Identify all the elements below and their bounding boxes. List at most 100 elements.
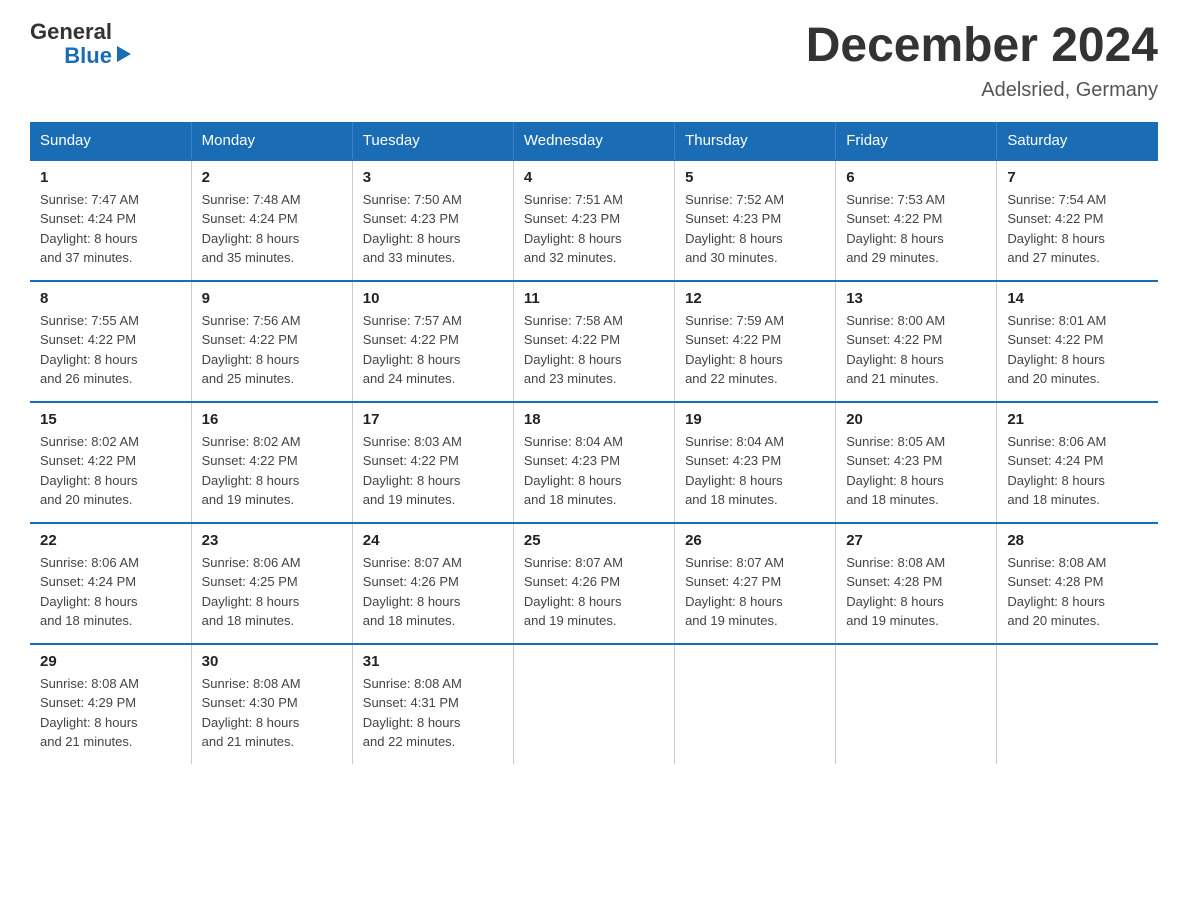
- col-sunday: Sunday: [30, 122, 191, 160]
- day-number: 14: [1007, 290, 1148, 307]
- calendar-cell: 23 Sunrise: 8:06 AM Sunset: 4:25 PM Dayl…: [191, 523, 352, 644]
- day-number: 1: [40, 169, 181, 186]
- calendar-cell: 26 Sunrise: 8:07 AM Sunset: 4:27 PM Dayl…: [675, 523, 836, 644]
- day-info: Sunrise: 8:05 AM Sunset: 4:23 PM Dayligh…: [846, 432, 986, 510]
- day-number: 21: [1007, 411, 1148, 428]
- day-info: Sunrise: 8:06 AM Sunset: 4:24 PM Dayligh…: [40, 553, 181, 631]
- day-number: 3: [363, 169, 503, 186]
- day-info: Sunrise: 8:00 AM Sunset: 4:22 PM Dayligh…: [846, 311, 986, 389]
- calendar-cell: 17 Sunrise: 8:03 AM Sunset: 4:22 PM Dayl…: [352, 402, 513, 523]
- day-info: Sunrise: 7:57 AM Sunset: 4:22 PM Dayligh…: [363, 311, 503, 389]
- day-number: 8: [40, 290, 181, 307]
- day-number: 6: [846, 169, 986, 186]
- day-info: Sunrise: 7:48 AM Sunset: 4:24 PM Dayligh…: [202, 190, 342, 268]
- calendar-table: Sunday Monday Tuesday Wednesday Thursday…: [30, 122, 1158, 764]
- week-row-4: 22 Sunrise: 8:06 AM Sunset: 4:24 PM Dayl…: [30, 523, 1158, 644]
- logo-blue-text: Blue: [64, 44, 112, 68]
- day-number: 29: [40, 653, 181, 670]
- header-row: Sunday Monday Tuesday Wednesday Thursday…: [30, 122, 1158, 160]
- day-number: 20: [846, 411, 986, 428]
- day-number: 18: [524, 411, 664, 428]
- day-number: 7: [1007, 169, 1148, 186]
- day-info: Sunrise: 7:53 AM Sunset: 4:22 PM Dayligh…: [846, 190, 986, 268]
- day-info: Sunrise: 8:07 AM Sunset: 4:26 PM Dayligh…: [363, 553, 503, 631]
- day-number: 19: [685, 411, 825, 428]
- day-number: 4: [524, 169, 664, 186]
- day-number: 9: [202, 290, 342, 307]
- day-number: 22: [40, 532, 181, 549]
- day-number: 15: [40, 411, 181, 428]
- day-info: Sunrise: 7:47 AM Sunset: 4:24 PM Dayligh…: [40, 190, 181, 268]
- calendar-cell: 11 Sunrise: 7:58 AM Sunset: 4:22 PM Dayl…: [513, 281, 674, 402]
- calendar-cell: 15 Sunrise: 8:02 AM Sunset: 4:22 PM Dayl…: [30, 402, 191, 523]
- title-block: December 2024 Adelsried, Germany: [806, 20, 1158, 102]
- day-info: Sunrise: 8:08 AM Sunset: 4:29 PM Dayligh…: [40, 674, 181, 752]
- page-header: General Blue December 2024 Adelsried, Ge…: [30, 20, 1158, 102]
- logo-triangle-icon: [117, 46, 131, 62]
- day-info: Sunrise: 7:55 AM Sunset: 4:22 PM Dayligh…: [40, 311, 181, 389]
- week-row-2: 8 Sunrise: 7:55 AM Sunset: 4:22 PM Dayli…: [30, 281, 1158, 402]
- day-info: Sunrise: 8:08 AM Sunset: 4:28 PM Dayligh…: [846, 553, 986, 631]
- day-number: 28: [1007, 532, 1148, 549]
- day-number: 17: [363, 411, 503, 428]
- calendar-cell: [836, 644, 997, 764]
- calendar-body: 1 Sunrise: 7:47 AM Sunset: 4:24 PM Dayli…: [30, 160, 1158, 764]
- calendar-cell: 3 Sunrise: 7:50 AM Sunset: 4:23 PM Dayli…: [352, 160, 513, 281]
- calendar-cell: [513, 644, 674, 764]
- calendar-cell: 8 Sunrise: 7:55 AM Sunset: 4:22 PM Dayli…: [30, 281, 191, 402]
- week-row-1: 1 Sunrise: 7:47 AM Sunset: 4:24 PM Dayli…: [30, 160, 1158, 281]
- logo: General Blue: [30, 20, 131, 68]
- calendar-header: Sunday Monday Tuesday Wednesday Thursday…: [30, 122, 1158, 160]
- calendar-cell: 20 Sunrise: 8:05 AM Sunset: 4:23 PM Dayl…: [836, 402, 997, 523]
- calendar-cell: [675, 644, 836, 764]
- day-number: 2: [202, 169, 342, 186]
- calendar-cell: 13 Sunrise: 8:00 AM Sunset: 4:22 PM Dayl…: [836, 281, 997, 402]
- day-info: Sunrise: 7:54 AM Sunset: 4:22 PM Dayligh…: [1007, 190, 1148, 268]
- day-info: Sunrise: 7:50 AM Sunset: 4:23 PM Dayligh…: [363, 190, 503, 268]
- col-friday: Friday: [836, 122, 997, 160]
- day-number: 27: [846, 532, 986, 549]
- day-number: 10: [363, 290, 503, 307]
- day-number: 30: [202, 653, 342, 670]
- day-number: 13: [846, 290, 986, 307]
- day-info: Sunrise: 8:06 AM Sunset: 4:24 PM Dayligh…: [1007, 432, 1148, 510]
- calendar-cell: 27 Sunrise: 8:08 AM Sunset: 4:28 PM Dayl…: [836, 523, 997, 644]
- calendar-cell: 9 Sunrise: 7:56 AM Sunset: 4:22 PM Dayli…: [191, 281, 352, 402]
- day-info: Sunrise: 7:52 AM Sunset: 4:23 PM Dayligh…: [685, 190, 825, 268]
- calendar-cell: 31 Sunrise: 8:08 AM Sunset: 4:31 PM Dayl…: [352, 644, 513, 764]
- location: Adelsried, Germany: [806, 79, 1158, 102]
- day-info: Sunrise: 7:51 AM Sunset: 4:23 PM Dayligh…: [524, 190, 664, 268]
- logo-text: General: [30, 20, 112, 44]
- day-number: 25: [524, 532, 664, 549]
- day-number: 24: [363, 532, 503, 549]
- col-thursday: Thursday: [675, 122, 836, 160]
- week-row-3: 15 Sunrise: 8:02 AM Sunset: 4:22 PM Dayl…: [30, 402, 1158, 523]
- day-info: Sunrise: 8:02 AM Sunset: 4:22 PM Dayligh…: [202, 432, 342, 510]
- day-number: 12: [685, 290, 825, 307]
- calendar-cell: 19 Sunrise: 8:04 AM Sunset: 4:23 PM Dayl…: [675, 402, 836, 523]
- calendar-cell: 6 Sunrise: 7:53 AM Sunset: 4:22 PM Dayli…: [836, 160, 997, 281]
- day-info: Sunrise: 7:59 AM Sunset: 4:22 PM Dayligh…: [685, 311, 825, 389]
- day-info: Sunrise: 8:04 AM Sunset: 4:23 PM Dayligh…: [685, 432, 825, 510]
- day-number: 31: [363, 653, 503, 670]
- calendar-cell: 25 Sunrise: 8:07 AM Sunset: 4:26 PM Dayl…: [513, 523, 674, 644]
- day-number: 26: [685, 532, 825, 549]
- month-title: December 2024: [806, 20, 1158, 73]
- calendar-cell: 29 Sunrise: 8:08 AM Sunset: 4:29 PM Dayl…: [30, 644, 191, 764]
- day-number: 16: [202, 411, 342, 428]
- calendar-cell: 7 Sunrise: 7:54 AM Sunset: 4:22 PM Dayli…: [997, 160, 1158, 281]
- calendar-cell: 2 Sunrise: 7:48 AM Sunset: 4:24 PM Dayli…: [191, 160, 352, 281]
- day-info: Sunrise: 8:08 AM Sunset: 4:31 PM Dayligh…: [363, 674, 503, 752]
- calendar-cell: 1 Sunrise: 7:47 AM Sunset: 4:24 PM Dayli…: [30, 160, 191, 281]
- calendar-cell: 10 Sunrise: 7:57 AM Sunset: 4:22 PM Dayl…: [352, 281, 513, 402]
- col-wednesday: Wednesday: [513, 122, 674, 160]
- day-info: Sunrise: 8:06 AM Sunset: 4:25 PM Dayligh…: [202, 553, 342, 631]
- day-info: Sunrise: 7:58 AM Sunset: 4:22 PM Dayligh…: [524, 311, 664, 389]
- day-info: Sunrise: 8:04 AM Sunset: 4:23 PM Dayligh…: [524, 432, 664, 510]
- calendar-cell: 12 Sunrise: 7:59 AM Sunset: 4:22 PM Dayl…: [675, 281, 836, 402]
- week-row-5: 29 Sunrise: 8:08 AM Sunset: 4:29 PM Dayl…: [30, 644, 1158, 764]
- calendar-cell: 22 Sunrise: 8:06 AM Sunset: 4:24 PM Dayl…: [30, 523, 191, 644]
- calendar-cell: 4 Sunrise: 7:51 AM Sunset: 4:23 PM Dayli…: [513, 160, 674, 281]
- calendar-cell: 18 Sunrise: 8:04 AM Sunset: 4:23 PM Dayl…: [513, 402, 674, 523]
- col-tuesday: Tuesday: [352, 122, 513, 160]
